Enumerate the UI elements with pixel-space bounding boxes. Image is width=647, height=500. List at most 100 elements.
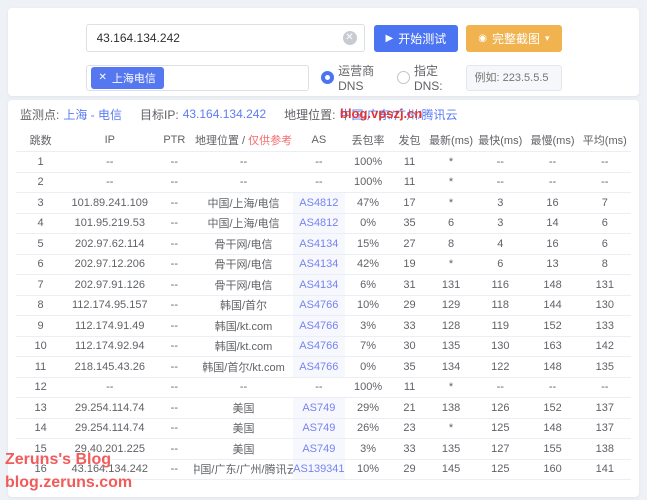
radio-isp-dns[interactable]: 运营商DNS bbox=[321, 62, 387, 93]
traceroute-table: 跳数 IP PTR 地理位置 /仅供参考 AS 丢包率 发包 最新(ms) 最快… bbox=[8, 128, 639, 480]
table-row: 11 218.145.43.26 -- 韩国/首尔/kt.com AS4766 … bbox=[16, 357, 631, 378]
as-link[interactable]: AS4134 bbox=[299, 258, 338, 270]
cell-best: 125 bbox=[474, 460, 526, 480]
as-link[interactable]: AS4766 bbox=[299, 340, 338, 352]
cell-hop: 14 bbox=[16, 419, 65, 439]
cell-geo: -- bbox=[194, 378, 292, 398]
cell-as: AS4766 bbox=[293, 316, 345, 336]
cell-worst: -- bbox=[526, 378, 578, 398]
cell-avg: 141 bbox=[579, 460, 631, 480]
cell-ip: -- bbox=[65, 152, 154, 172]
cell-worst: 163 bbox=[526, 337, 578, 357]
cell-ip: 29.254.114.74 bbox=[65, 398, 154, 418]
cell-ip: 112.174.91.49 bbox=[65, 316, 154, 336]
cell-best: 118 bbox=[474, 296, 526, 316]
table-row: 6 202.97.12.206 -- 骨干网/电信 AS4134 42% 19 … bbox=[16, 255, 631, 276]
header-hop: 跳数 bbox=[16, 132, 65, 148]
cell-latest: 134 bbox=[428, 357, 474, 377]
target-ip-value[interactable]: 43.164.134.242 bbox=[183, 107, 266, 121]
node-tag[interactable]: ✕ 上海电信 bbox=[91, 67, 164, 89]
header-ptr: PTR bbox=[154, 134, 194, 146]
cell-geo: 韩国/kt.com bbox=[194, 337, 292, 357]
cell-best: 125 bbox=[474, 419, 526, 439]
cell-best: -- bbox=[474, 378, 526, 398]
cell-as: AS139341 bbox=[293, 460, 345, 480]
cell-sent: 17 bbox=[391, 193, 428, 213]
full-screenshot-button[interactable]: ◉ 完整截图 ▾ bbox=[466, 25, 561, 52]
cell-sent: 27 bbox=[391, 234, 428, 254]
as-link[interactable]: AS4766 bbox=[299, 299, 338, 311]
as-link[interactable]: AS749 bbox=[302, 402, 335, 414]
cell-ptr: -- bbox=[154, 337, 194, 357]
cell-hop: 1 bbox=[16, 152, 65, 172]
start-test-button[interactable]: ▶ 开始测试 bbox=[374, 25, 459, 52]
vpszj-watermark: blog.vpszj.cn bbox=[340, 106, 422, 121]
cell-latest: 6 bbox=[428, 214, 474, 234]
as-link[interactable]: AS4134 bbox=[299, 238, 338, 250]
cell-loss: 6% bbox=[345, 275, 391, 295]
as-link[interactable]: AS4812 bbox=[299, 197, 338, 209]
cell-geo: 骨干网/电信 bbox=[194, 275, 292, 295]
target-input[interactable] bbox=[86, 24, 365, 52]
cell-avg: -- bbox=[579, 173, 631, 193]
cell-ptr: -- bbox=[154, 316, 194, 336]
node-select-input[interactable]: ✕ 上海电信 bbox=[86, 65, 310, 91]
header-geo-note: 仅供参考 bbox=[248, 135, 292, 147]
cell-ip: 202.97.12.206 bbox=[65, 255, 154, 275]
cell-sent: 29 bbox=[391, 460, 428, 480]
cell-ip: 218.145.43.26 bbox=[65, 357, 154, 377]
play-icon: ▶ bbox=[386, 33, 394, 44]
header-latest: 最新(ms) bbox=[428, 132, 474, 148]
cell-avg: 6 bbox=[579, 214, 631, 234]
cell-hop: 11 bbox=[16, 357, 65, 377]
cell-loss: 100% bbox=[345, 378, 391, 398]
as-link[interactable]: AS4766 bbox=[299, 320, 338, 332]
cell-loss: 0% bbox=[345, 357, 391, 377]
cell-best: -- bbox=[474, 173, 526, 193]
cell-as: -- bbox=[293, 173, 345, 193]
cell-avg: 135 bbox=[579, 357, 631, 377]
cell-as: AS749 bbox=[293, 398, 345, 418]
cell-avg: 130 bbox=[579, 296, 631, 316]
search-panel: ✕ ▶ 开始测试 ◉ 完整截图 ▾ ✕ 上海电信 运 bbox=[8, 8, 639, 96]
as-link[interactable]: AS749 bbox=[302, 443, 335, 455]
as-link[interactable]: AS4766 bbox=[299, 361, 338, 373]
cell-as: -- bbox=[293, 378, 345, 398]
cell-sent: 19 bbox=[391, 255, 428, 275]
cell-geo: 美国 bbox=[194, 439, 292, 459]
screenshot-icon: ◉ bbox=[478, 33, 487, 44]
as-link[interactable]: AS749 bbox=[302, 422, 335, 434]
custom-dns-input[interactable] bbox=[466, 65, 562, 91]
as-link[interactable]: AS4812 bbox=[299, 217, 338, 229]
as-link[interactable]: AS139341 bbox=[293, 463, 344, 475]
cell-latest: * bbox=[428, 152, 474, 172]
cell-ip: 112.174.95.157 bbox=[65, 296, 154, 316]
cell-ptr: -- bbox=[154, 460, 194, 480]
cell-as: AS4766 bbox=[293, 357, 345, 377]
start-test-label: 开始测试 bbox=[398, 30, 446, 47]
cell-loss: 10% bbox=[345, 296, 391, 316]
cell-loss: 29% bbox=[345, 398, 391, 418]
cell-latest: 131 bbox=[428, 275, 474, 295]
as-link[interactable]: AS4134 bbox=[299, 279, 338, 291]
cell-loss: 0% bbox=[345, 214, 391, 234]
cell-latest: 8 bbox=[428, 234, 474, 254]
node-value[interactable]: 上海 - 电信 bbox=[63, 106, 122, 123]
cell-worst: 16 bbox=[526, 193, 578, 213]
cell-geo: 骨干网/电信 bbox=[194, 234, 292, 254]
header-as: AS bbox=[293, 134, 345, 146]
radio-custom-dns[interactable]: 指定DNS: bbox=[397, 62, 456, 93]
target-input-wrap: ✕ bbox=[86, 24, 365, 52]
header-sent: 发包 bbox=[391, 132, 428, 148]
table-row: 9 112.174.91.49 -- 韩国/kt.com AS4766 3% 3… bbox=[16, 316, 631, 337]
cell-worst: 160 bbox=[526, 460, 578, 480]
cell-hop: 7 bbox=[16, 275, 65, 295]
cell-ptr: -- bbox=[154, 357, 194, 377]
cell-sent: 23 bbox=[391, 419, 428, 439]
cell-geo: 韩国/首尔 bbox=[194, 296, 292, 316]
table-row: 13 29.254.114.74 -- 美国 AS749 29% 21 138 … bbox=[16, 398, 631, 419]
clear-icon[interactable]: ✕ bbox=[343, 31, 357, 45]
cell-ptr: -- bbox=[154, 255, 194, 275]
table-body: 1 -- -- -- -- 100% 11 * -- -- -- 2 -- --… bbox=[16, 152, 631, 480]
tag-close-icon[interactable]: ✕ bbox=[99, 72, 107, 83]
